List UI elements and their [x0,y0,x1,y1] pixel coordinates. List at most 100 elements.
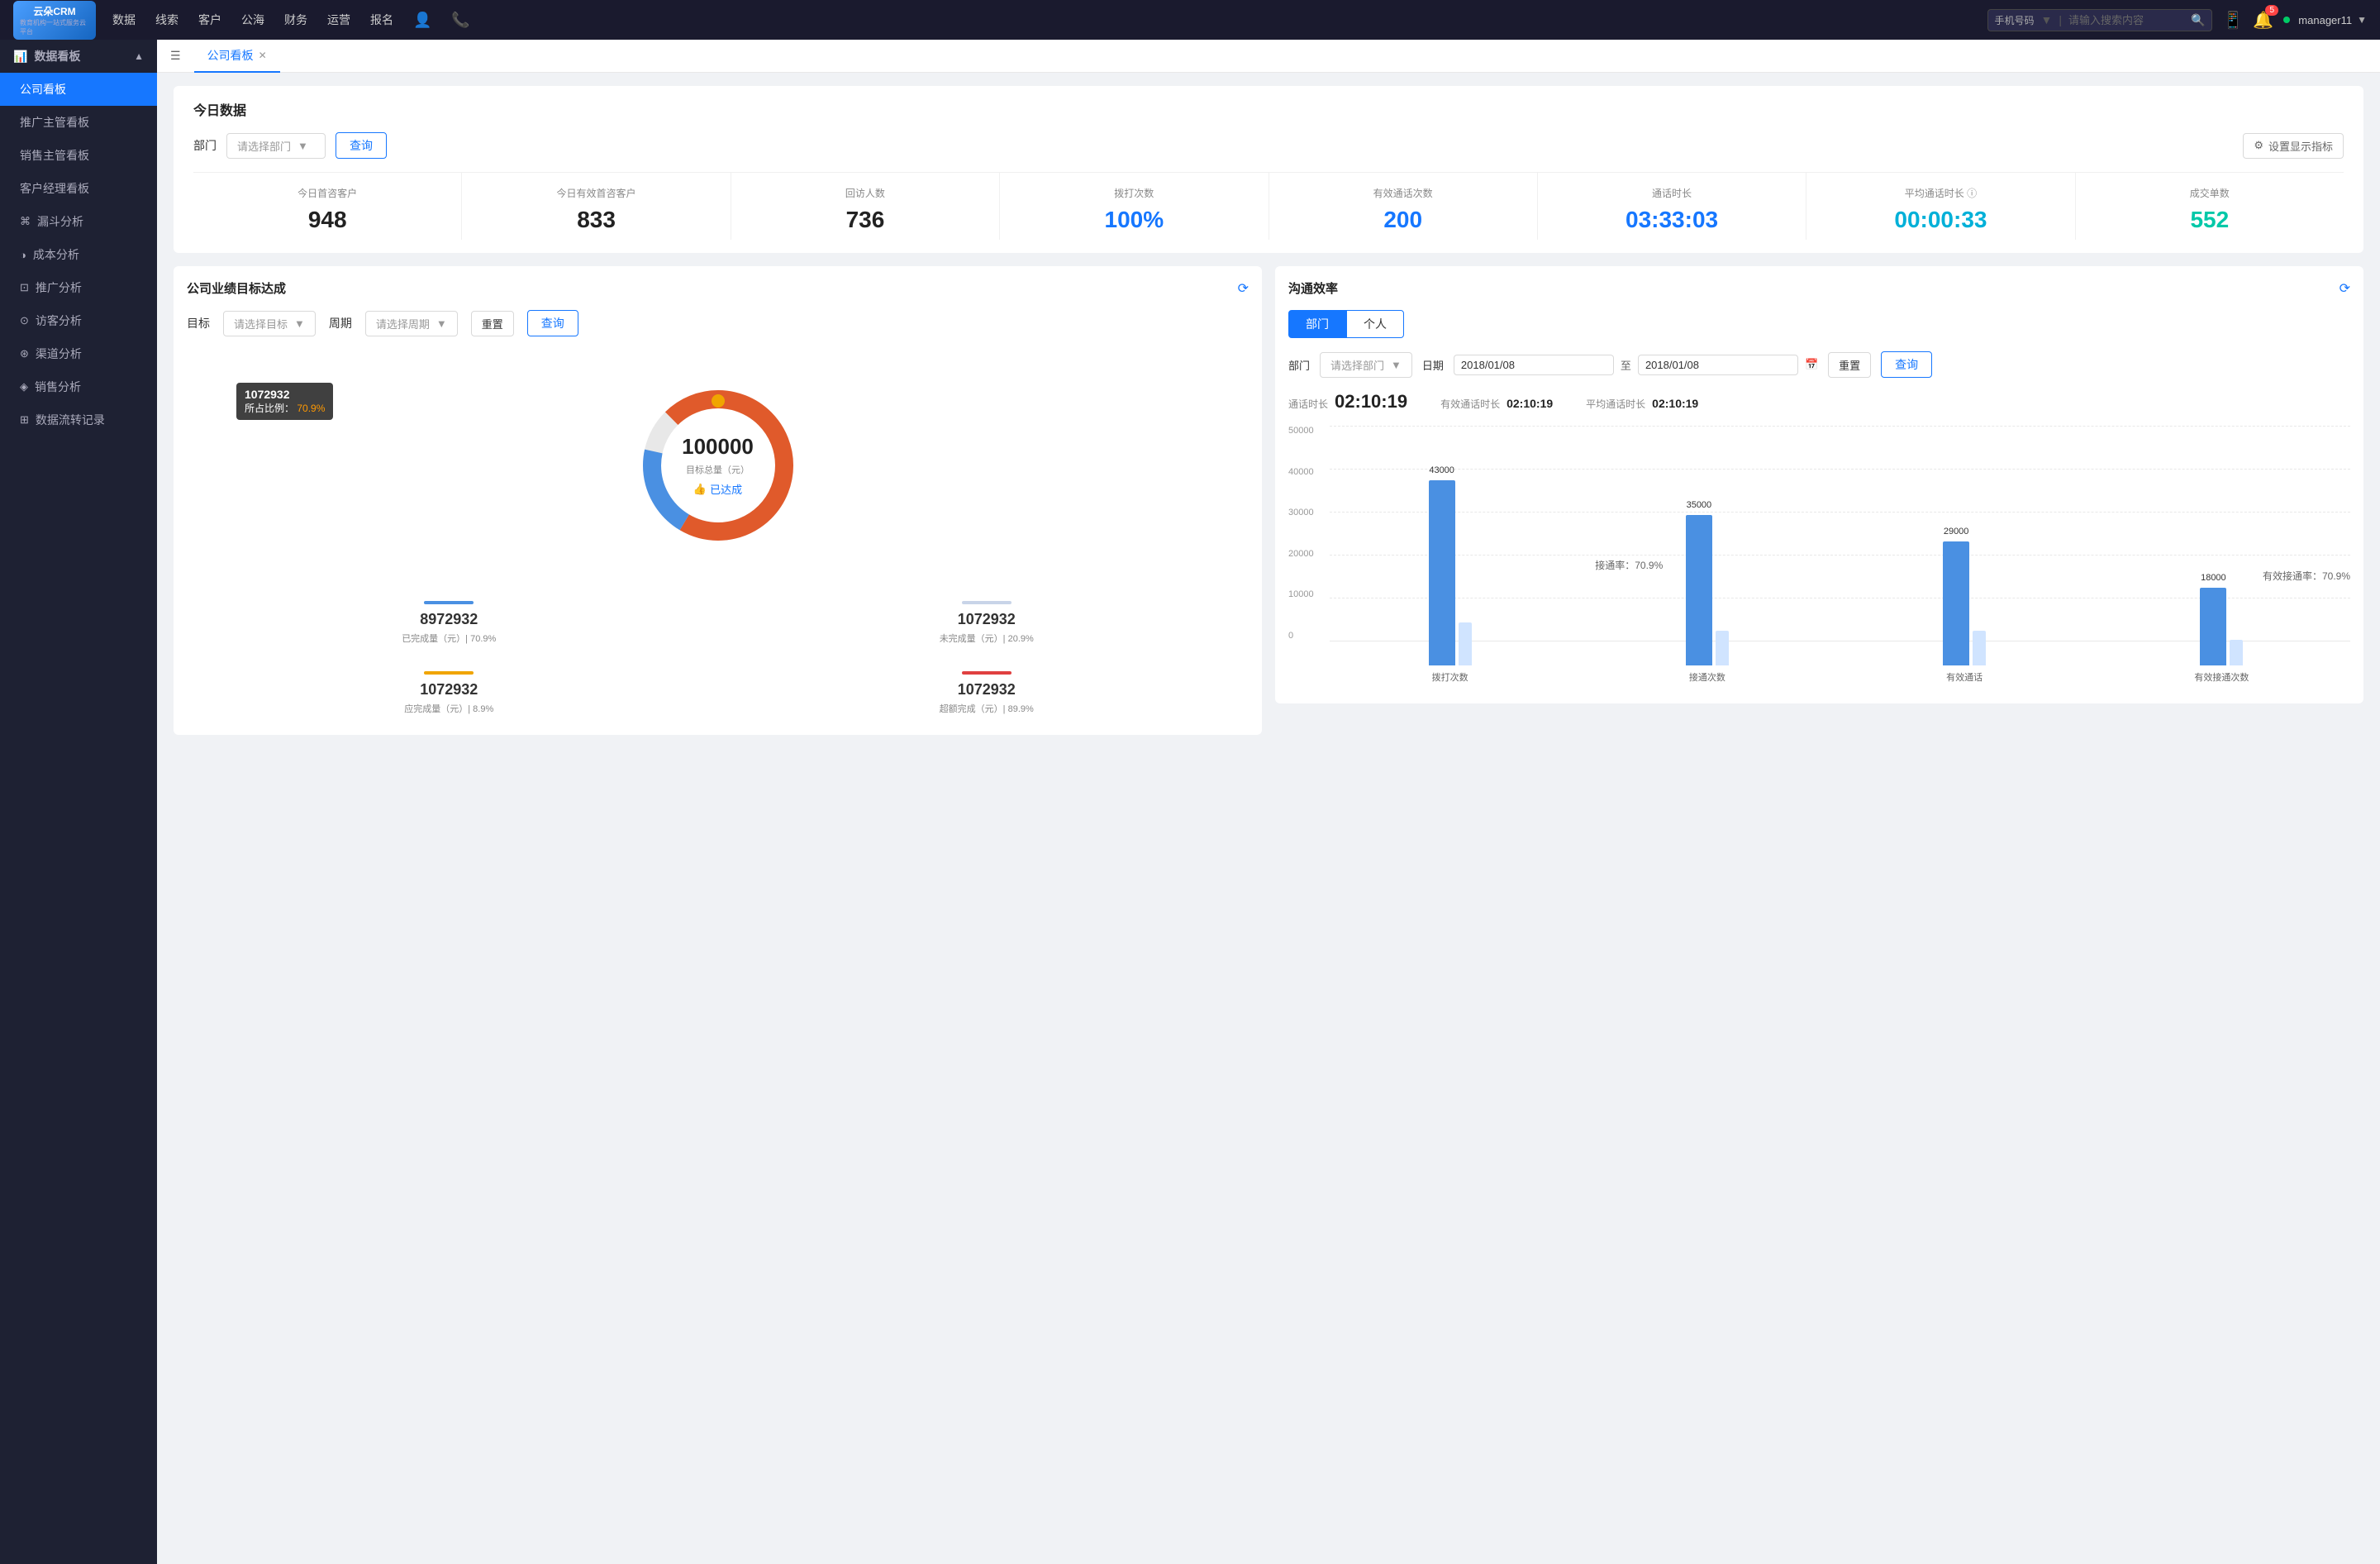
today-query-btn[interactable]: 查询 [336,132,387,159]
nav-phone-icon[interactable]: 📞 [451,8,469,32]
metric-value: 00:00:33 [1813,207,2068,233]
metric-bar-orange [424,671,474,675]
bar-label-35000: 35000 [1687,500,1712,510]
notification-badge: 5 [2265,5,2278,16]
sidebar-item-sales-mgr[interactable]: 销售主管看板 [0,139,157,172]
search-type-select[interactable]: 手机号码 [1995,13,2035,27]
comm-dept-placeholder: 请选择部门 [1330,357,1384,373]
metric-desc-over: 超额完成（元）| 89.9% [725,702,1250,715]
nav-signup[interactable]: 报名 [370,8,393,32]
metric-value-completed: 8972932 [187,611,712,628]
tab-menu-icon[interactable]: ☰ [170,49,181,63]
date-to-input[interactable] [1638,355,1798,375]
sidebar-item-label: 成本分析 [33,246,79,263]
promotion-icon: ⊡ [20,281,29,294]
nav-customers[interactable]: 客户 [198,8,221,32]
user-dropdown-arrow[interactable]: ▼ [2357,14,2367,26]
metric-label: 通话时长 [1545,186,1799,200]
period-placeholder: 请选择周期 [376,316,430,331]
settings-icon: ⚙ [2254,139,2263,152]
sidebar-item-label: 漏斗分析 [37,213,83,230]
metric-call-duration: 通话时长 03:33:03 [1538,173,1806,240]
nav-operations[interactable]: 运营 [327,8,350,32]
search-icon[interactable]: 🔍 [2191,13,2205,27]
channel-icon: ⊛ [20,347,29,360]
settings-display-btn[interactable]: ⚙ 设置显示指标 [2243,133,2344,159]
comm-card-title: 沟通效率 [1288,279,1338,297]
tab-company-board[interactable]: 公司看板 ✕ [194,40,280,73]
comm-query-btn[interactable]: 查询 [1881,351,1932,378]
goal-select[interactable]: 请选择目标 ▼ [223,311,316,336]
y-axis: 50000 40000 30000 20000 10000 0 [1288,426,1326,641]
bar-group-connected: 35000 接通率：70.9% 接通次数 [1587,451,1827,665]
sidebar-item-sales[interactable]: ◈ 销售分析 [0,370,157,403]
y-label-30000: 30000 [1288,508,1326,517]
search-input[interactable] [2068,14,2184,26]
nav-finance[interactable]: 财务 [284,8,307,32]
notification-bell[interactable]: 🔔 5 [2253,10,2273,31]
logo-name: 云朵CRM [33,4,75,18]
sidebar-item-visitor[interactable]: ⊙ 访客分析 [0,304,157,337]
comm-refresh-icon[interactable]: ⟳ [2340,280,2350,297]
nav-sea[interactable]: 公海 [241,8,264,32]
metric-avg-duration: 平均通话时长 ⓘ 00:00:33 [1806,173,2075,240]
sales-icon: ◈ [20,380,28,393]
sidebar-item-cost[interactable]: ◑ 成本分析 [0,238,157,271]
today-data-section: 今日数据 部门 请选择部门 ▼ 查询 ⚙ 设置显示指标 [174,86,2363,253]
device-icon[interactable]: 📱 [2222,10,2243,31]
username-display[interactable]: manager11 [2298,14,2352,26]
date-range: 至 📅 [1454,355,1818,375]
metric-value-should: 1072932 [187,681,712,699]
sidebar-item-promotion-mgr[interactable]: 推广主管看板 [0,106,157,139]
goal-reset-btn[interactable]: 重置 [471,311,514,336]
nav-leads[interactable]: 线索 [155,8,178,32]
metric-value: 833 [469,207,723,233]
sidebar-item-promotion[interactable]: ⊡ 推广分析 [0,271,157,304]
comm-reset-btn[interactable]: 重置 [1828,352,1871,378]
sidebar-group-data-board[interactable]: 📊 数据看板 ▲ [0,40,157,73]
metric-new-consult: 今日首咨客户 948 [193,173,462,240]
comm-card-header: 沟通效率 ⟳ [1288,279,2350,297]
sidebar-item-funnel[interactable]: ⌘ 漏斗分析 [0,205,157,238]
comm-tab-dept[interactable]: 部门 [1288,310,1346,338]
metric-label: 平均通话时长 ⓘ [1813,186,2068,200]
dept-select[interactable]: 请选择部门 ▼ [226,133,326,159]
app-logo: 云朵CRM 教育机构一站式服务云平台 [13,1,96,40]
comm-dept-label: 部门 [1288,357,1310,373]
metric-value: 03:33:03 [1545,207,1799,233]
sidebar-group-label: 数据看板 [34,48,80,64]
date-from-input[interactable] [1454,355,1614,375]
comm-col: 沟通效率 ⟳ 部门 个人 部门 请选择部门 ▼ [1275,266,2363,735]
sidebar-item-channel[interactable]: ⊛ 渠道分析 [0,337,157,370]
calendar-icon[interactable]: 📅 [1805,358,1818,371]
comm-dept-select[interactable]: 请选择部门 ▼ [1320,352,1412,378]
tab-bar: ☰ 公司看板 ✕ [157,40,2380,73]
goal-query-btn[interactable]: 查询 [527,310,578,336]
settings-label: 设置显示指标 [2268,138,2333,154]
y-label-10000: 10000 [1288,589,1326,599]
bars-area: 43000 拨打次数 [1330,451,2342,665]
metrics-row: 今日首咨客户 948 今日有效首咨客户 833 回访人数 736 拨打次数 10… [193,172,2344,240]
metric-label: 有效通话次数 [1276,186,1530,200]
sidebar-item-company-board[interactable]: 公司看板 [0,73,157,106]
sidebar-item-label: 推广分析 [36,279,82,296]
tab-label: 公司看板 [207,47,254,64]
tab-close-btn[interactable]: ✕ [259,50,267,61]
donut-center-label: 目标总量（元） [682,463,754,476]
goal-refresh-icon[interactable]: ⟳ [1238,280,1249,297]
comm-tab-personal[interactable]: 个人 [1346,310,1404,338]
sidebar-item-label: 销售分析 [35,379,81,395]
nav-user-icon[interactable]: 👤 [413,8,431,32]
period-select[interactable]: 请选择周期 ▼ [365,311,458,336]
bar-dial-main [1429,480,1455,665]
metric-card-completed: 8972932 已完成量（元）| 70.9% [187,594,712,651]
page-body: 今日数据 部门 请选择部门 ▼ 查询 ⚙ 设置显示指标 [157,73,2380,748]
logo-tagline: 教育机构一站式服务云平台 [20,18,89,36]
stat-value: 02:10:19 [1652,397,1698,410]
metric-label: 今日有效首咨客户 [469,186,723,200]
sidebar-item-account-mgr[interactable]: 客户经理看板 [0,172,157,205]
nav-data[interactable]: 数据 [112,8,136,32]
sidebar-collapse-arrow[interactable]: ▲ [134,50,144,62]
metric-value-uncompleted: 1072932 [725,611,1250,628]
sidebar-item-data-flow[interactable]: ⊞ 数据流转记录 [0,403,157,436]
